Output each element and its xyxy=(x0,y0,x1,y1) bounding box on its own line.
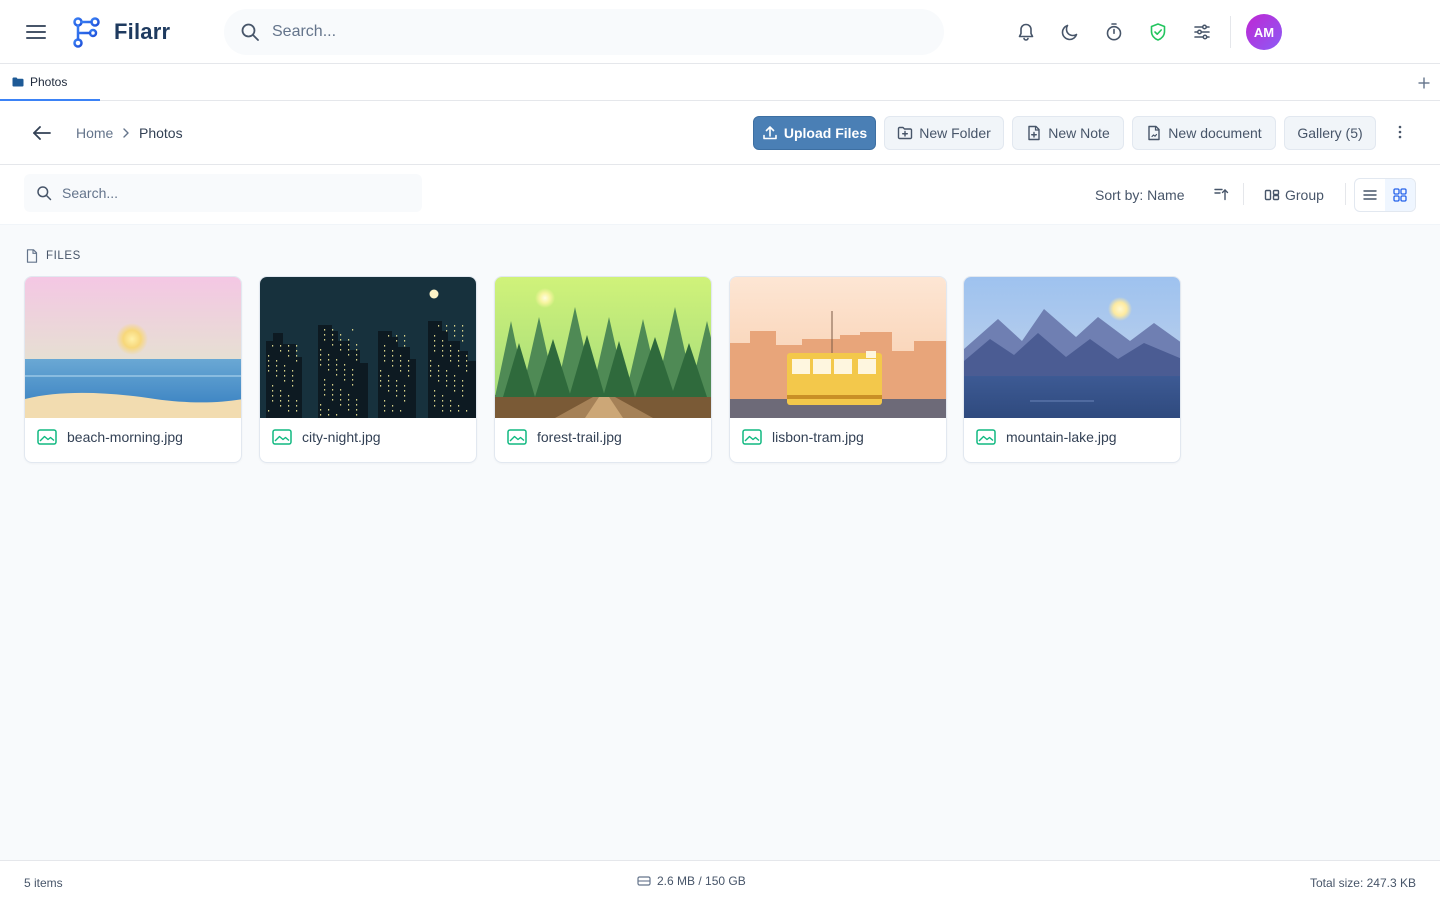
new-folder-button[interactable]: New Folder xyxy=(884,116,1004,150)
sliders-icon[interactable] xyxy=(1190,20,1214,44)
image-icon xyxy=(507,429,527,445)
upload-files-label: Upload Files xyxy=(783,125,868,141)
image-icon xyxy=(742,429,762,445)
file-name: mountain-lake.jpg xyxy=(1006,429,1117,445)
logo-icon[interactable] xyxy=(70,15,102,49)
group-icon xyxy=(1264,189,1280,201)
files-section-header: FILES xyxy=(26,249,81,263)
file-name: lisbon-tram.jpg xyxy=(772,429,864,445)
files-section-title: FILES xyxy=(46,250,81,262)
top-bar: Filarr AM xyxy=(0,0,1440,64)
file-thumbnail xyxy=(25,277,241,418)
gallery-label: Gallery (5) xyxy=(1297,125,1363,141)
global-search-box[interactable] xyxy=(224,9,944,55)
file-meta: lisbon-tram.jpg xyxy=(742,429,864,445)
shield-check-icon[interactable] xyxy=(1146,20,1170,44)
moon-icon[interactable] xyxy=(1058,20,1082,44)
status-bar: 5 items 2.6 MB / 150 GB Total size: 247.… xyxy=(0,860,1440,900)
new-document-button[interactable]: New document xyxy=(1132,116,1276,150)
more-vertical-icon[interactable] xyxy=(1392,120,1408,144)
upload-files-button[interactable]: Upload Files xyxy=(753,116,876,150)
file-name: city-night.jpg xyxy=(302,429,381,445)
file-icon xyxy=(26,249,38,263)
sort-dropdown[interactable]: Sort by: Name xyxy=(1095,187,1184,203)
hard-drive-icon xyxy=(637,876,651,886)
upload-icon xyxy=(763,126,777,140)
item-count: 5 items xyxy=(24,876,63,890)
total-size: Total size: 247.3 KB xyxy=(1309,876,1416,890)
file-meta: beach-morning.jpg xyxy=(37,429,183,445)
tab-photos[interactable]: Photos xyxy=(0,64,100,101)
document-icon xyxy=(1148,125,1160,141)
image-icon xyxy=(37,429,57,445)
file-thumbnail xyxy=(495,277,711,418)
folder-plus-icon xyxy=(898,126,913,140)
timer-icon[interactable] xyxy=(1102,20,1126,44)
new-note-button[interactable]: New Note xyxy=(1012,116,1124,150)
group-label: Group xyxy=(1285,187,1324,203)
file-card[interactable]: city-night.jpg xyxy=(259,276,477,463)
file-meta: mountain-lake.jpg xyxy=(976,429,1117,445)
search-icon xyxy=(241,23,259,41)
view-toggle xyxy=(1354,178,1416,212)
file-thumbnail xyxy=(260,277,476,418)
add-tab-icon[interactable] xyxy=(1416,75,1432,91)
search-icon xyxy=(37,186,52,201)
file-card[interactable]: forest-trail.jpg xyxy=(494,276,712,463)
file-card[interactable]: mountain-lake.jpg xyxy=(963,276,1181,463)
file-name: forest-trail.jpg xyxy=(537,429,622,445)
file-thumbnail xyxy=(730,277,946,418)
group-button[interactable]: Group xyxy=(1264,185,1324,205)
file-card[interactable]: beach-morning.jpg xyxy=(24,276,242,463)
gallery-button[interactable]: Gallery (5) xyxy=(1284,116,1376,150)
menu-icon[interactable] xyxy=(24,20,48,44)
tab-bar: Photos xyxy=(0,64,1440,101)
file-meta: forest-trail.jpg xyxy=(507,429,622,445)
back-arrow-icon[interactable] xyxy=(30,121,54,145)
chevron-right-icon xyxy=(122,125,134,141)
topbar-divider xyxy=(1230,16,1231,48)
file-card[interactable]: lisbon-tram.jpg xyxy=(729,276,947,463)
app-name: Filarr xyxy=(114,19,171,44)
image-icon xyxy=(976,429,996,445)
bell-icon[interactable] xyxy=(1014,20,1038,44)
global-search-input[interactable] xyxy=(272,23,872,41)
folder-icon xyxy=(12,77,24,86)
filter-divider xyxy=(1243,183,1244,205)
image-icon xyxy=(272,429,292,445)
breadcrumb-home[interactable]: Home xyxy=(76,125,113,141)
avatar[interactable]: AM xyxy=(1246,14,1282,50)
new-document-label: New document xyxy=(1168,125,1262,141)
file-plus-icon xyxy=(1028,125,1040,141)
toolbar: Home Photos Upload Files New Folder New … xyxy=(0,101,1440,165)
sort-ascending-icon[interactable] xyxy=(1212,185,1230,203)
folder-search-box[interactable] xyxy=(24,174,422,212)
file-meta: city-night.jpg xyxy=(272,429,381,445)
new-note-label: New Note xyxy=(1048,125,1110,141)
storage-usage: 2.6 MB / 150 GB xyxy=(637,874,746,888)
new-folder-label: New Folder xyxy=(919,125,991,141)
file-thumbnail xyxy=(964,277,1180,418)
list-view-icon[interactable] xyxy=(1355,179,1385,211)
filter-bar: Sort by: Name Group xyxy=(0,165,1440,225)
grid-view-icon[interactable] xyxy=(1385,179,1415,211)
storage-text: 2.6 MB / 150 GB xyxy=(657,874,746,888)
breadcrumb-current: Photos xyxy=(139,125,183,141)
filter-divider xyxy=(1345,183,1346,205)
folder-search-input[interactable] xyxy=(62,185,402,201)
tab-label: Photos xyxy=(30,74,68,89)
file-name: beach-morning.jpg xyxy=(67,429,183,445)
